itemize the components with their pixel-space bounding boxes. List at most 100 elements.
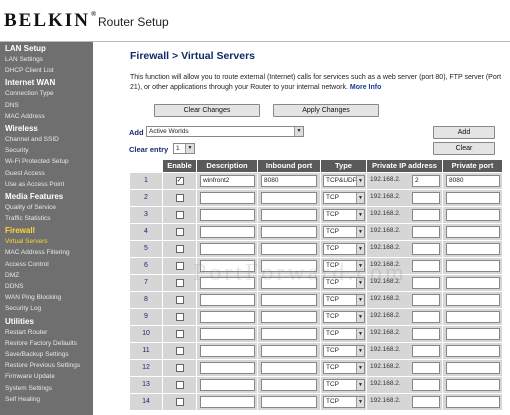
clear-button[interactable]: Clear	[433, 142, 495, 155]
ip-last-octet-field[interactable]	[412, 192, 440, 204]
private-port-field[interactable]	[446, 294, 500, 306]
enable-checkbox[interactable]	[175, 330, 184, 338]
type-select[interactable]: TCP ▼	[323, 260, 365, 272]
private-port-field[interactable]	[446, 379, 500, 391]
description-field[interactable]	[200, 260, 255, 272]
inbound-port-field[interactable]	[261, 260, 317, 272]
inbound-port-field[interactable]	[261, 294, 317, 306]
enable-checkbox[interactable]	[175, 194, 184, 202]
ip-last-octet-field[interactable]	[412, 226, 440, 238]
ip-last-octet-field[interactable]	[412, 209, 440, 221]
inbound-port-field[interactable]	[261, 277, 317, 289]
inbound-port-field[interactable]	[261, 192, 317, 204]
sidebar-item-system-settings[interactable]: System Settings	[0, 383, 93, 394]
sidebar-item-connection-type[interactable]: Connection Type	[0, 88, 93, 99]
ip-last-octet-field[interactable]: 2	[412, 175, 440, 187]
ip-last-octet-field[interactable]	[412, 260, 440, 272]
description-field[interactable]	[200, 328, 255, 340]
enable-checkbox[interactable]	[175, 296, 184, 304]
sidebar-item-access-control[interactable]: Access Control	[0, 259, 93, 270]
private-port-field[interactable]	[446, 192, 500, 204]
type-select[interactable]: TCP ▼	[323, 311, 365, 323]
sidebar-item-ddns[interactable]: DDNS	[0, 281, 93, 292]
ip-last-octet-field[interactable]	[412, 396, 440, 408]
description-field[interactable]	[200, 294, 255, 306]
sidebar-item-security[interactable]: Security	[0, 145, 93, 156]
type-select[interactable]: TCP ▼	[323, 294, 365, 306]
private-port-field[interactable]	[446, 396, 500, 408]
sidebar-item-wi-fi-protected-setup[interactable]: Wi-Fi Protected Setup	[0, 156, 93, 167]
private-port-field[interactable]	[446, 328, 500, 340]
enable-checkbox[interactable]	[175, 262, 184, 270]
ip-last-octet-field[interactable]	[412, 362, 440, 374]
ip-last-octet-field[interactable]	[412, 328, 440, 340]
type-select[interactable]: TCP ▼	[323, 328, 365, 340]
type-select[interactable]: TCP&UDP ▼	[323, 175, 365, 187]
inbound-port-field[interactable]	[261, 243, 317, 255]
sidebar-item-wan-ping-blocking[interactable]: WAN Ping Blocking	[0, 292, 93, 303]
sidebar-item-mac-address[interactable]: MAC Address	[0, 111, 93, 122]
type-select[interactable]: TCP ▼	[323, 379, 365, 391]
private-port-field[interactable]	[446, 277, 500, 289]
private-port-field[interactable]	[446, 226, 500, 238]
sidebar-item-dhcp-client-list[interactable]: DHCP Client List	[0, 65, 93, 76]
private-port-field[interactable]	[446, 260, 500, 272]
add-service-select[interactable]: Active Worlds ▼	[146, 126, 304, 137]
inbound-port-field[interactable]	[261, 311, 317, 323]
type-select[interactable]: TCP ▼	[323, 226, 365, 238]
ip-last-octet-field[interactable]	[412, 277, 440, 289]
clear-changes-button[interactable]: Clear Changes	[154, 104, 260, 117]
sidebar-item-traffic-statistics[interactable]: Traffic Statistics	[0, 213, 93, 224]
enable-checkbox[interactable]	[175, 228, 184, 236]
private-port-field[interactable]	[446, 345, 500, 357]
enable-checkbox[interactable]	[175, 313, 184, 321]
sidebar-item-mac-address-filtering[interactable]: MAC Address Filtering	[0, 247, 93, 258]
sidebar-item-save-backup-settings[interactable]: Save/Backup Settings	[0, 349, 93, 360]
ip-last-octet-field[interactable]	[412, 345, 440, 357]
enable-checkbox[interactable]	[175, 381, 184, 389]
private-port-field[interactable]	[446, 362, 500, 374]
sidebar-item-firmware-update[interactable]: Firmware Update	[0, 371, 93, 382]
more-info-link[interactable]: More Info	[350, 84, 382, 91]
description-field[interactable]	[200, 192, 255, 204]
inbound-port-field[interactable]	[261, 328, 317, 340]
description-field[interactable]	[200, 226, 255, 238]
description-field[interactable]	[200, 277, 255, 289]
type-select[interactable]: TCP ▼	[323, 345, 365, 357]
type-select[interactable]: TCP ▼	[323, 209, 365, 221]
clear-entry-select[interactable]: 1 ▼	[173, 143, 195, 154]
type-select[interactable]: TCP ▼	[323, 362, 365, 374]
private-port-field[interactable]	[446, 311, 500, 323]
inbound-port-field[interactable]	[261, 345, 317, 357]
type-select[interactable]: TCP ▼	[323, 192, 365, 204]
sidebar-item-virtual-servers[interactable]: Virtual Servers	[0, 236, 93, 247]
sidebar-item-security-log[interactable]: Security Log	[0, 303, 93, 314]
enable-checkbox[interactable]	[175, 398, 184, 406]
enable-checkbox[interactable]	[175, 211, 184, 219]
description-field[interactable]	[200, 311, 255, 323]
sidebar-item-dns[interactable]: DNS	[0, 100, 93, 111]
description-field[interactable]	[200, 362, 255, 374]
inbound-port-field[interactable]: 8080	[261, 175, 317, 187]
sidebar-item-restore-previous-settings[interactable]: Restore Previous Settings	[0, 360, 93, 371]
sidebar-item-restore-factory-defaults[interactable]: Restore Factory Defaults	[0, 338, 93, 349]
enable-checkbox[interactable]	[175, 245, 184, 253]
ip-last-octet-field[interactable]	[412, 311, 440, 323]
private-port-field[interactable]: 8080	[446, 175, 500, 187]
enable-checkbox[interactable]	[175, 364, 184, 372]
type-select[interactable]: TCP ▼	[323, 277, 365, 289]
description-field[interactable]	[200, 345, 255, 357]
enable-checkbox[interactable]	[175, 347, 184, 355]
sidebar-item-lan-settings[interactable]: LAN Settings	[0, 54, 93, 65]
sidebar-item-use-as-access-point[interactable]: Use as Access Point	[0, 179, 93, 190]
private-port-field[interactable]	[446, 243, 500, 255]
inbound-port-field[interactable]	[261, 379, 317, 391]
inbound-port-field[interactable]	[261, 209, 317, 221]
type-select[interactable]: TCP ▼	[323, 243, 365, 255]
sidebar-item-dmz[interactable]: DMZ	[0, 270, 93, 281]
enable-checkbox[interactable]: ✓	[175, 177, 184, 185]
description-field[interactable]	[200, 209, 255, 221]
add-button[interactable]: Add	[433, 126, 495, 139]
description-field[interactable]	[200, 379, 255, 391]
ip-last-octet-field[interactable]	[412, 294, 440, 306]
